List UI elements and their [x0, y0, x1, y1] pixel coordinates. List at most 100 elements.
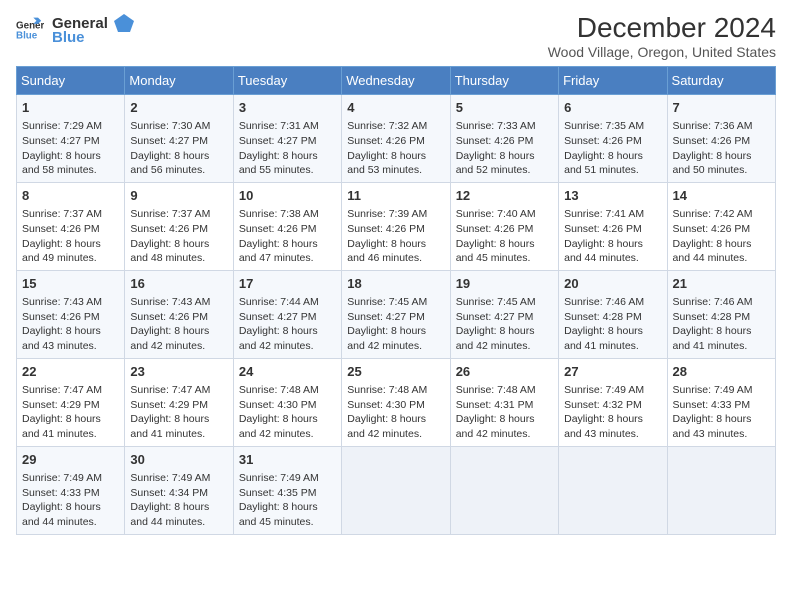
page-container: General Blue General Blue December 2024 …	[0, 0, 792, 543]
sunrise-text: Sunrise: 7:47 AM	[130, 384, 210, 396]
daylight-text: Daylight: 8 hours and 42 minutes.	[130, 325, 209, 352]
days-header-row: SundayMondayTuesdayWednesdayThursdayFrid…	[17, 67, 776, 95]
daylight-text: Daylight: 8 hours and 47 minutes.	[239, 238, 318, 265]
daylight-text: Daylight: 8 hours and 58 minutes.	[22, 150, 101, 177]
calendar-cell: 4Sunrise: 7:32 AMSunset: 4:26 PMDaylight…	[342, 95, 450, 183]
day-number: 28	[673, 363, 770, 381]
day-number: 2	[130, 99, 227, 117]
calendar-cell	[450, 446, 558, 534]
day-number: 11	[347, 187, 444, 205]
calendar-cell: 5Sunrise: 7:33 AMSunset: 4:26 PMDaylight…	[450, 95, 558, 183]
sunset-text: Sunset: 4:33 PM	[22, 487, 100, 499]
sunrise-text: Sunrise: 7:49 AM	[130, 472, 210, 484]
calendar-cell: 13Sunrise: 7:41 AMSunset: 4:26 PMDayligh…	[559, 182, 667, 270]
calendar-cell	[342, 446, 450, 534]
sunrise-text: Sunrise: 7:37 AM	[130, 208, 210, 220]
day-number: 26	[456, 363, 553, 381]
sunset-text: Sunset: 4:26 PM	[564, 135, 642, 147]
calendar-cell	[667, 446, 775, 534]
day-number: 25	[347, 363, 444, 381]
daylight-text: Daylight: 8 hours and 43 minutes.	[22, 325, 101, 352]
sunrise-text: Sunrise: 7:44 AM	[239, 296, 319, 308]
sunset-text: Sunset: 4:34 PM	[130, 487, 208, 499]
daylight-text: Daylight: 8 hours and 41 minutes.	[564, 325, 643, 352]
daylight-text: Daylight: 8 hours and 48 minutes.	[130, 238, 209, 265]
week-row-4: 22 Sunrise: 7:47 AM Sunset: 4:29 PM Dayligh…	[17, 358, 776, 446]
day-number: 19	[456, 275, 553, 293]
sunset-text: Sunset: 4:27 PM	[347, 311, 425, 323]
day-header-monday: Monday	[125, 67, 233, 95]
calendar-cell: 23Sunrise: 7:47 AMSunset: 4:29 PMDayligh…	[125, 358, 233, 446]
daylight-text: Daylight: 8 hours and 51 minutes.	[564, 150, 643, 177]
week-row-5: 29 Sunrise: 7:49 AM Sunset: 4:33 PM Dayligh…	[17, 446, 776, 534]
calendar-cell: 11Sunrise: 7:39 AMSunset: 4:26 PMDayligh…	[342, 182, 450, 270]
daylight-text: Daylight: 8 hours and 45 minutes.	[456, 238, 535, 265]
sunset-text: Sunset: 4:27 PM	[239, 135, 317, 147]
sunrise-text: Sunrise: 7:42 AM	[673, 208, 753, 220]
sunset-text: Sunset: 4:27 PM	[239, 311, 317, 323]
sunrise-text: Sunrise: 7:43 AM	[22, 296, 102, 308]
day-header-friday: Friday	[559, 67, 667, 95]
sunset-text: Sunset: 4:26 PM	[130, 311, 208, 323]
sunset-text: Sunset: 4:26 PM	[456, 223, 534, 235]
calendar-cell: 15Sunrise: 7:43 AMSunset: 4:26 PMDayligh…	[17, 270, 125, 358]
sunset-text: Sunset: 4:29 PM	[130, 399, 208, 411]
daylight-text: Daylight: 8 hours and 41 minutes.	[673, 325, 752, 352]
day-number: 17	[239, 275, 336, 293]
calendar-cell: 9Sunrise: 7:37 AMSunset: 4:26 PMDaylight…	[125, 182, 233, 270]
week-row-1: 1Sunrise: 7:29 AMSunset: 4:27 PMDaylight…	[17, 95, 776, 183]
sunrise-text: Sunrise: 7:39 AM	[347, 208, 427, 220]
daylight-text: Daylight: 8 hours and 44 minutes.	[564, 238, 643, 265]
sunrise-text: Sunrise: 7:47 AM	[22, 384, 102, 396]
day-number: 18	[347, 275, 444, 293]
day-number: 29	[22, 451, 119, 469]
calendar-cell: 1Sunrise: 7:29 AMSunset: 4:27 PMDaylight…	[17, 95, 125, 183]
calendar-cell: 2 Sunrise: 7:30 AM Sunset: 4:27 PM Daylight…	[125, 95, 233, 183]
sunrise-text: Sunrise: 7:33 AM	[456, 120, 536, 132]
main-title: December 2024	[548, 12, 776, 44]
week-row-2: 8Sunrise: 7:37 AMSunset: 4:26 PMDaylight…	[17, 182, 776, 270]
day-number: 3	[239, 99, 336, 117]
sunrise-text: Sunrise: 7:31 AM	[239, 120, 319, 132]
sunset-text: Sunset: 4:27 PM	[22, 135, 100, 147]
sunset-text: Sunset: 4:26 PM	[239, 223, 317, 235]
day-number: 1	[22, 99, 119, 117]
daylight-text: Daylight: 8 hours and 42 minutes.	[456, 325, 535, 352]
sunset-text: Sunset: 4:26 PM	[456, 135, 534, 147]
daylight-text: Daylight: 8 hours and 50 minutes.	[673, 150, 752, 177]
day-number: 9	[130, 187, 227, 205]
sunset-text: Sunset: 4:28 PM	[564, 311, 642, 323]
calendar-cell: 6Sunrise: 7:35 AMSunset: 4:26 PMDaylight…	[559, 95, 667, 183]
calendar-cell: 3Sunrise: 7:31 AMSunset: 4:27 PMDaylight…	[233, 95, 341, 183]
daylight-text: Daylight: 8 hours and 43 minutes.	[673, 413, 752, 440]
title-section: December 2024 Wood Village, Oregon, Unit…	[548, 12, 776, 60]
sunset-text: Sunset: 4:27 PM	[130, 135, 208, 147]
day-number: 5	[456, 99, 553, 117]
sunrise-text: Sunrise: 7:38 AM	[239, 208, 319, 220]
daylight-text: Daylight: 8 hours and 42 minutes.	[456, 413, 535, 440]
daylight-text: Daylight: 8 hours and 44 minutes.	[130, 501, 209, 528]
subtitle: Wood Village, Oregon, United States	[548, 44, 776, 60]
day-number: 16	[130, 275, 227, 293]
day-number: 24	[239, 363, 336, 381]
sunrise-text: Sunrise: 7:48 AM	[456, 384, 536, 396]
daylight-text: Daylight: 8 hours and 56 minutes.	[130, 150, 209, 177]
sunrise-text: Sunrise: 7:30 AM	[130, 120, 210, 132]
calendar-table: SundayMondayTuesdayWednesdayThursdayFrid…	[16, 66, 776, 535]
calendar-cell: 29 Sunrise: 7:49 AM Sunset: 4:33 PM Dayligh…	[17, 446, 125, 534]
daylight-text: Daylight: 8 hours and 42 minutes.	[347, 325, 426, 352]
day-number: 22	[22, 363, 119, 381]
sunrise-text: Sunrise: 7:48 AM	[239, 384, 319, 396]
sunrise-text: Sunrise: 7:43 AM	[130, 296, 210, 308]
day-header-saturday: Saturday	[667, 67, 775, 95]
day-number: 21	[673, 275, 770, 293]
sunrise-text: Sunrise: 7:49 AM	[22, 472, 102, 484]
sunset-text: Sunset: 4:31 PM	[456, 399, 534, 411]
logo-icon: General Blue	[16, 16, 44, 44]
daylight-text: Daylight: 8 hours and 41 minutes.	[22, 413, 101, 440]
logo-svg: General Blue	[52, 12, 142, 48]
calendar-cell: 28Sunrise: 7:49 AMSunset: 4:33 PMDayligh…	[667, 358, 775, 446]
calendar-cell: 24Sunrise: 7:48 AMSunset: 4:30 PMDayligh…	[233, 358, 341, 446]
daylight-text: Daylight: 8 hours and 44 minutes.	[22, 501, 101, 528]
daylight-text: Daylight: 8 hours and 43 minutes.	[564, 413, 643, 440]
